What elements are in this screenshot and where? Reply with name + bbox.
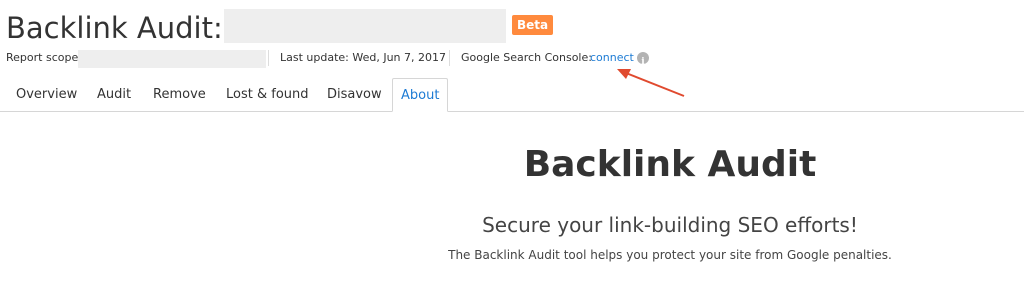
report-scope-label: Report scope xyxy=(6,51,79,64)
divider xyxy=(268,50,269,66)
tab-audit[interactable]: Audit xyxy=(97,78,131,111)
divider xyxy=(449,50,450,66)
hero-subtitle: Secure your link-building SEO efforts! xyxy=(482,213,858,237)
tab-bar: Overview Audit Remove Lost & found Disav… xyxy=(0,78,1024,112)
tab-overview[interactable]: Overview xyxy=(16,78,77,111)
hero-description: The Backlink Audit tool helps you protec… xyxy=(448,248,892,262)
tab-about[interactable]: About xyxy=(392,78,449,112)
beta-badge: Beta xyxy=(512,15,554,35)
tab-remove[interactable]: Remove xyxy=(153,78,206,111)
hero-title: Backlink Audit xyxy=(523,144,817,185)
domain-placeholder xyxy=(224,9,506,43)
page-title: Backlink Audit: xyxy=(6,11,223,45)
last-update-text: Last update: Wed, Jun 7, 2017 xyxy=(280,51,447,64)
report-scope-value xyxy=(78,50,266,68)
gsc-label: Google Search Console: xyxy=(461,51,592,64)
tab-disavow[interactable]: Disavow xyxy=(327,78,382,111)
page-header: Backlink Audit: xyxy=(6,8,223,48)
tab-lost-found[interactable]: Lost & found xyxy=(226,78,309,111)
